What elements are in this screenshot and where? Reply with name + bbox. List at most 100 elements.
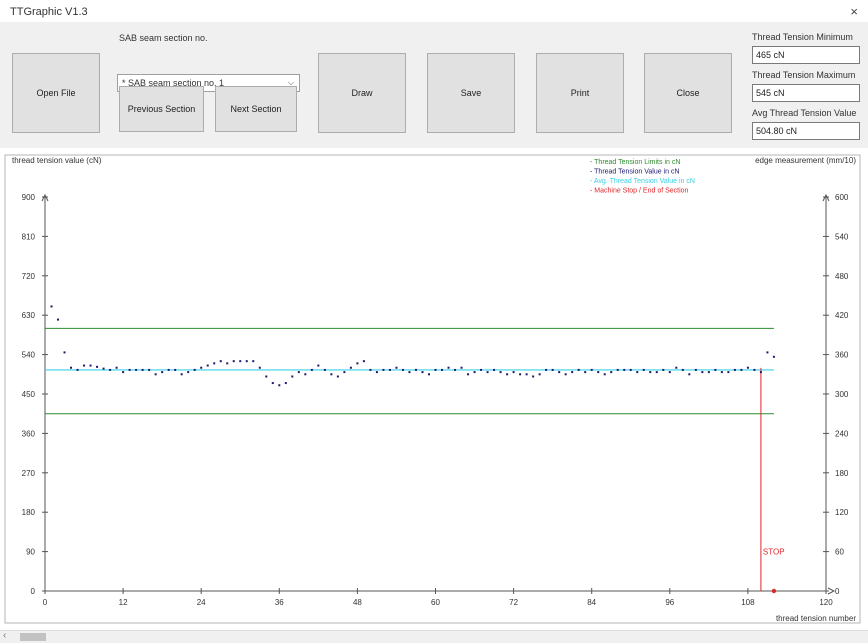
y-tick-left-label: 270 bbox=[22, 469, 36, 478]
data-point bbox=[239, 360, 242, 363]
x-tick-label: 60 bbox=[431, 598, 440, 607]
data-point bbox=[89, 364, 92, 367]
tension-chart: thread tension value (cN) edge measuremen… bbox=[4, 154, 861, 624]
data-point bbox=[304, 373, 307, 376]
data-point bbox=[480, 368, 483, 371]
stop-marker bbox=[771, 588, 777, 594]
data-point bbox=[590, 368, 593, 371]
close-button[interactable]: Close bbox=[644, 53, 732, 133]
data-point bbox=[688, 373, 691, 376]
x-tick-label: 48 bbox=[353, 598, 362, 607]
y-tick-left-label: 180 bbox=[22, 508, 36, 517]
data-point bbox=[551, 368, 554, 371]
data-point bbox=[388, 368, 391, 371]
print-button[interactable]: Print bbox=[536, 53, 624, 133]
data-point bbox=[167, 368, 170, 371]
data-point bbox=[369, 368, 372, 371]
data-point bbox=[284, 382, 287, 385]
data-point bbox=[629, 368, 632, 371]
data-point bbox=[96, 365, 99, 368]
data-point bbox=[642, 368, 645, 371]
data-point bbox=[532, 375, 535, 378]
y-tick-left-label: 450 bbox=[22, 390, 36, 399]
data-point bbox=[434, 368, 437, 371]
data-point bbox=[265, 375, 268, 378]
draw-button[interactable]: Draw bbox=[318, 53, 406, 133]
data-point bbox=[636, 371, 639, 374]
data-point bbox=[141, 368, 144, 371]
data-point bbox=[558, 371, 561, 374]
data-point bbox=[499, 371, 502, 374]
data-point bbox=[375, 371, 378, 374]
legend-entry: - Thread Tension Value in cN bbox=[590, 169, 680, 176]
data-point bbox=[174, 368, 177, 371]
y-tick-right-label: 0 bbox=[835, 587, 840, 596]
scrollbar-thumb[interactable] bbox=[20, 633, 46, 641]
data-point bbox=[232, 360, 235, 363]
data-point bbox=[727, 371, 730, 374]
data-point bbox=[213, 362, 216, 365]
y-tick-left-label: 810 bbox=[22, 232, 36, 241]
data-point bbox=[382, 368, 385, 371]
y-tick-right-label: 600 bbox=[835, 193, 849, 202]
data-point bbox=[57, 318, 60, 321]
data-point bbox=[714, 368, 717, 371]
data-point bbox=[193, 368, 196, 371]
data-point bbox=[83, 364, 86, 367]
y-tick-right-label: 540 bbox=[835, 232, 849, 241]
data-point bbox=[486, 371, 489, 374]
data-point bbox=[122, 371, 125, 374]
data-point bbox=[512, 371, 515, 374]
data-point bbox=[70, 366, 73, 369]
data-point bbox=[128, 368, 131, 371]
x-tick-label: 108 bbox=[741, 598, 755, 607]
data-point bbox=[746, 366, 749, 369]
legend-entry: - Avg. Thread Tension Value in cN bbox=[590, 178, 695, 185]
previous-section-button[interactable]: Previous Section bbox=[119, 86, 204, 132]
x-tick-label: 72 bbox=[509, 598, 518, 607]
max-label: Thread Tension Maximum bbox=[752, 70, 856, 80]
data-point bbox=[109, 368, 112, 371]
window-close-icon[interactable]: × bbox=[850, 4, 858, 19]
legend-entry: - Thread Tension Limits in cN bbox=[590, 159, 680, 166]
data-point bbox=[701, 371, 704, 374]
data-point bbox=[772, 355, 775, 358]
data-point bbox=[258, 366, 261, 369]
save-button[interactable]: Save bbox=[427, 53, 515, 133]
data-point bbox=[506, 373, 509, 376]
data-point bbox=[297, 371, 300, 374]
data-point bbox=[649, 371, 652, 374]
avg-field[interactable]: 504.80 cN bbox=[752, 122, 860, 140]
x-tick-label: 120 bbox=[819, 598, 833, 607]
x-tick-label: 24 bbox=[197, 598, 206, 607]
data-point bbox=[571, 371, 574, 374]
open-file-button[interactable]: Open File bbox=[12, 53, 100, 133]
data-point bbox=[219, 360, 222, 363]
scroll-left-icon[interactable]: ‹ bbox=[3, 630, 6, 641]
y-axis-left-title: thread tension value (cN) bbox=[12, 156, 102, 165]
data-point bbox=[753, 368, 756, 371]
horizontal-scrollbar[interactable]: ‹ bbox=[0, 630, 868, 643]
data-point bbox=[343, 371, 346, 374]
data-point bbox=[252, 360, 255, 363]
data-point bbox=[707, 371, 710, 374]
data-point bbox=[408, 371, 411, 374]
data-point bbox=[441, 368, 444, 371]
data-point bbox=[102, 367, 105, 370]
next-section-button[interactable]: Next Section bbox=[215, 86, 297, 132]
data-point bbox=[668, 371, 671, 374]
data-point bbox=[421, 371, 424, 374]
toolbar: Open File SAB seam section no. * SAB sea… bbox=[0, 22, 868, 148]
y-tick-right-label: 480 bbox=[835, 272, 849, 281]
x-tick-label: 36 bbox=[275, 598, 284, 607]
y-tick-left-label: 540 bbox=[22, 351, 36, 360]
y-tick-right-label: 120 bbox=[835, 508, 849, 517]
max-field[interactable]: 545 cN bbox=[752, 84, 860, 102]
data-point bbox=[154, 373, 157, 376]
data-point bbox=[603, 373, 606, 376]
min-field[interactable]: 465 cN bbox=[752, 46, 860, 64]
data-point bbox=[740, 368, 743, 371]
data-point bbox=[323, 368, 326, 371]
data-point bbox=[759, 371, 762, 374]
data-point bbox=[161, 371, 164, 374]
